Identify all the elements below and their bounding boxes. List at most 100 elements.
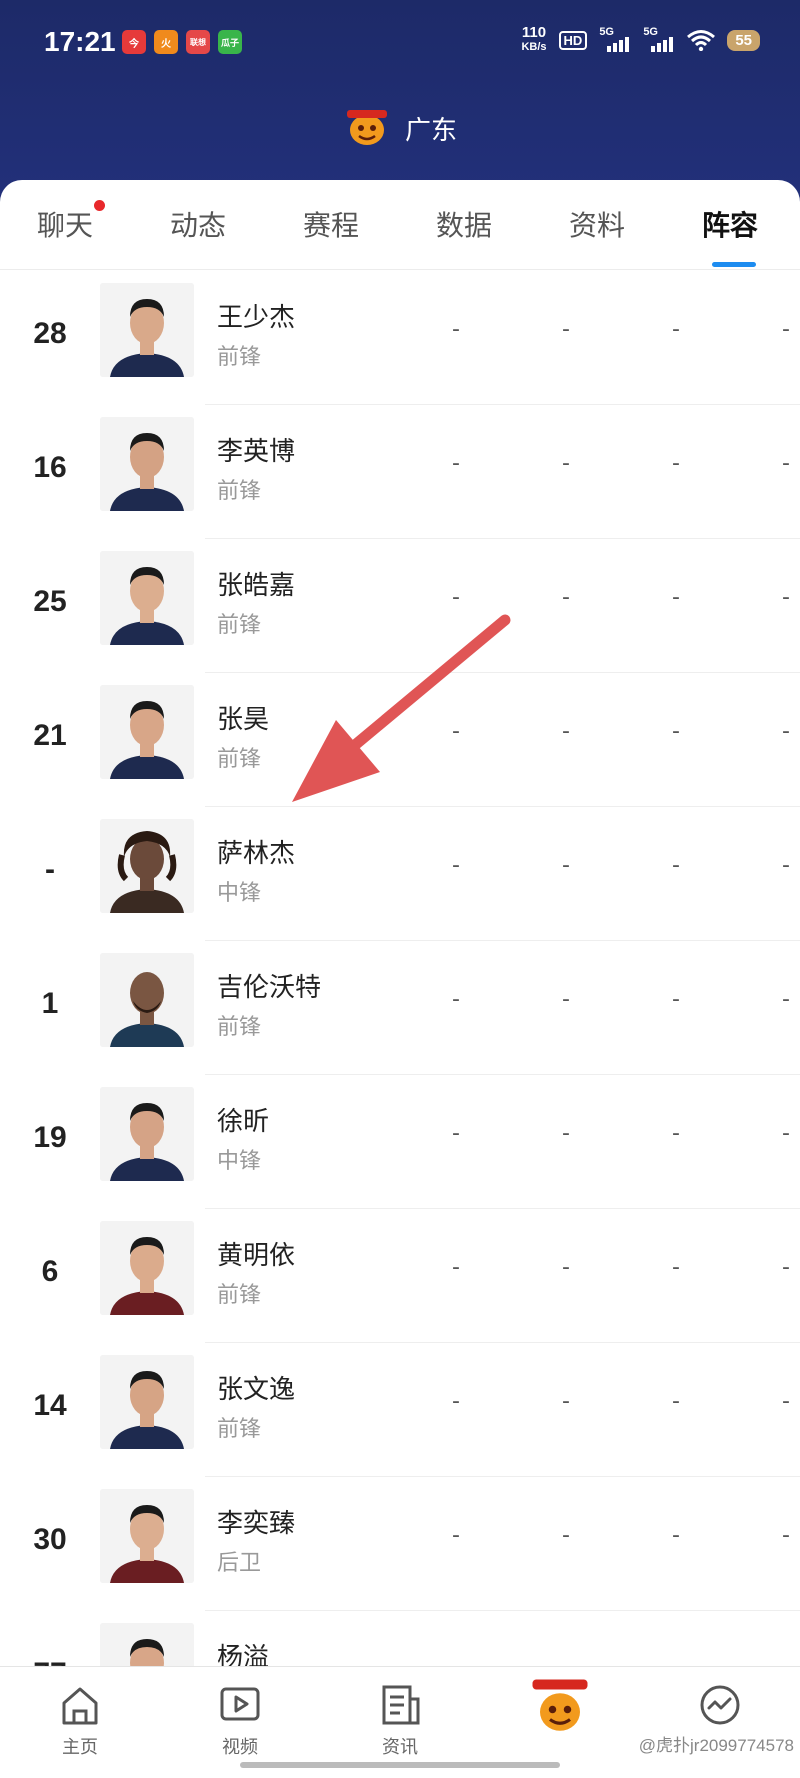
nav-team[interactable] [515,1679,605,1737]
player-photo [100,1221,194,1315]
player-name: 张皓嘉 [217,571,296,601]
home-icon [62,1687,98,1725]
player-position: 前锋 [217,1283,262,1308]
player-number: 25 [33,585,67,618]
player-stat-value: - [672,719,680,744]
player-position: 前锋 [217,1015,262,1040]
nav-label: 资讯 [382,1737,418,1758]
team-header: 17:21 今 火 联想 瓜子 110 KB/s HD 5G 5G 55 广东 [0,0,800,200]
player-stat-value: - [782,719,790,744]
player-photo [100,819,194,913]
player-position: 前锋 [217,479,262,504]
player-number: 14 [33,1389,67,1422]
status-bar: 17:21 今 火 联想 瓜子 110 KB/s HD 5G 5G 55 [0,22,800,62]
hd-voice-icon: HD [558,30,588,50]
player-row[interactable]: 14 张文逸 前锋 - - - - [0,1343,800,1477]
player-row[interactable]: 28 王少杰 前锋 - - - - [0,271,800,405]
player-stat-value: - [562,1523,570,1548]
player-row[interactable]: 6 黄明依 前锋 - - - - [0,1209,800,1343]
player-stat-value: - [782,1389,790,1414]
player-stat-value: - [452,1389,460,1414]
player-number: 16 [33,451,67,484]
player-photo [100,1489,194,1583]
player-number: 21 [33,719,67,752]
player-stat-value: - [782,853,790,878]
tab-chat[interactable]: 聊天 [37,200,106,244]
signal-label: 5G [599,26,614,38]
player-name: 吉伦沃特 [217,973,322,1003]
content-card: 聊天 动态 赛程 数据 资料 阵容 28 王少杰 前锋 - - - -16 李英博 前锋 - - - -… [0,180,800,1778]
player-row[interactable]: - 萨林杰 中锋 - - - - [0,807,800,941]
signal-strength-icon: 5G [643,26,675,52]
player-photo [100,283,194,377]
player-row[interactable]: 16 李英博 前锋 - - - - [0,405,800,539]
player-stat-value: - [672,853,680,878]
network-speed-value: 110 [521,24,547,41]
player-stat-value: - [452,1523,460,1548]
news-icon [382,1685,420,1725]
player-stat-value: - [452,451,460,476]
player-name: 李英博 [217,437,296,467]
tab-label: 动态 [170,209,227,242]
player-row[interactable]: 25 张皓嘉 前锋 - - - - [0,539,800,673]
player-photo [100,417,194,511]
player-position: 前锋 [217,1417,262,1442]
player-row[interactable]: 19 徐昕 中锋 - - - - [0,1075,800,1209]
video-icon [220,1687,260,1721]
player-photo [100,1087,194,1181]
tab-feed[interactable]: 动态 [170,204,226,244]
player-stat-value: - [782,317,790,342]
signal-strength-icon: 5G [599,26,631,52]
app-notification-icon: 瓜子 [218,30,242,54]
player-photo [100,1355,194,1449]
player-name: 徐昕 [217,1107,270,1137]
player-name: 李奕臻 [217,1509,296,1539]
nav-home[interactable]: 主页 [35,1681,125,1759]
player-row[interactable]: 30 李奕臻 后卫 - - - - [0,1477,800,1611]
player-stat-value: - [452,719,460,744]
nav-label: 主页 [62,1737,98,1758]
player-stat-value: - [562,451,570,476]
tab-label: 赛程 [303,209,360,242]
player-stat-value: - [562,585,570,610]
player-row[interactable]: 1 吉伦沃特 前锋 - - - - [0,941,800,1075]
player-stat-value: - [452,317,460,342]
player-number: 1 [41,987,59,1020]
nav-label: 视频 [222,1737,258,1758]
nav-activity[interactable] [675,1681,765,1729]
player-position: 中锋 [217,1149,262,1174]
player-stat-value: - [452,853,460,878]
bottom-nav: 主页 视频 资讯 @虎扑jr2099774578 [0,1666,800,1778]
tab-info[interactable]: 资料 [569,204,625,244]
app-notification-icon: 火 [154,30,178,54]
player-stat-value: - [562,1389,570,1414]
player-stat-value: - [562,317,570,342]
player-number: 6 [41,1255,59,1288]
home-indicator[interactable] [240,1762,560,1768]
nav-news[interactable]: 资讯 [355,1681,445,1759]
tab-schedule[interactable]: 赛程 [303,204,359,244]
tab-label: 资料 [569,209,626,242]
player-stat-value: - [782,585,790,610]
network-speed-unit: KB/s [521,41,547,53]
team-logo-icon [346,110,387,145]
player-number: - [45,853,55,886]
unread-dot [94,200,106,211]
tab-stats[interactable]: 数据 [436,204,492,244]
player-position: 前锋 [217,613,262,638]
player-stat-value: - [562,853,570,878]
player-stat-value: - [452,1121,460,1146]
activity-icon [700,1685,740,1725]
player-position: 前锋 [217,747,262,772]
player-row[interactable]: 21 张昊 前锋 - - - - [0,673,800,807]
tab-roster[interactable]: 阵容 [702,204,758,244]
nav-video[interactable]: 视频 [195,1681,285,1759]
player-stat-value: - [562,719,570,744]
signal-label: 5G [643,26,658,38]
player-stat-value: - [562,987,570,1012]
player-photo [100,685,194,779]
player-stat-value: - [782,1255,790,1280]
player-stat-value: - [782,451,790,476]
player-position: 中锋 [217,881,262,906]
wifi-icon [687,30,716,51]
